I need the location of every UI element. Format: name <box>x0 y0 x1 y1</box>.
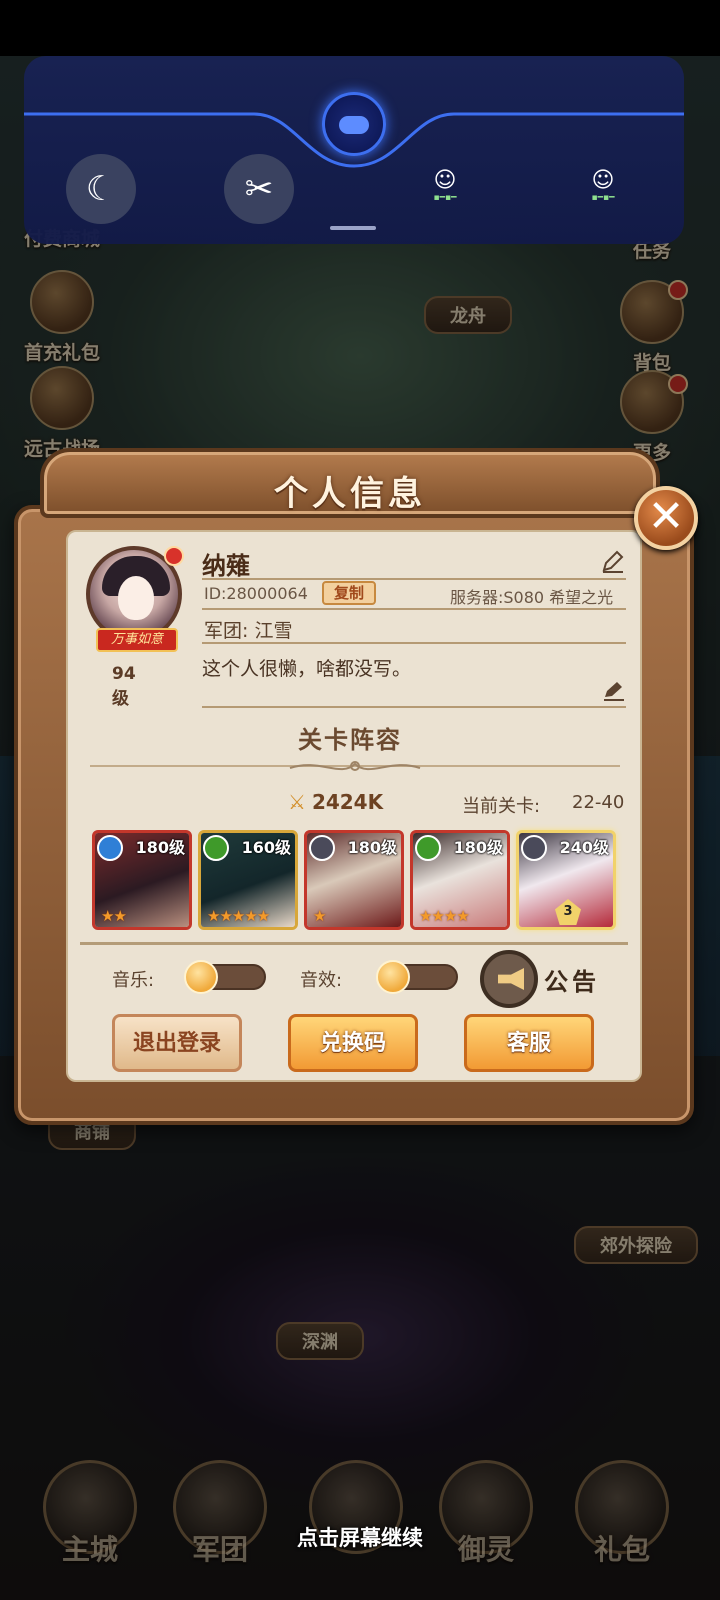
logout-button[interactable]: 退出登录 <box>112 1014 242 1072</box>
hero-stars: ★ <box>313 907 326 925</box>
hero-card[interactable]: 180级 ★ <box>304 830 404 930</box>
sfx-label: 音效: <box>300 970 343 991</box>
hero-level: 180级 <box>453 838 503 857</box>
profile-panel-title-plate: 个人信息 <box>40 448 660 518</box>
hero-level: 240级 <box>559 838 609 857</box>
toggle-knob[interactable] <box>376 960 410 994</box>
dark-element-icon <box>309 835 335 861</box>
megaphone-icon[interactable] <box>480 950 538 1008</box>
edit-name-icon[interactable] <box>600 548 626 574</box>
gamepad-icon[interactable] <box>322 92 386 156</box>
player-id: ID:28000064 <box>204 584 308 603</box>
hero-card[interactable]: 160级 ★★★★★ <box>198 830 298 930</box>
redeem-code-button[interactable]: 兑换码 <box>288 1014 418 1072</box>
head-icon[interactable]: ☺ ▪━▪━ <box>422 168 468 203</box>
divider <box>202 642 626 644</box>
combat-power: ⚔ 2424K <box>288 790 383 814</box>
music-toggle[interactable] <box>184 960 266 994</box>
divider <box>202 608 626 610</box>
hero-stars: ★★★★★ <box>207 907 270 925</box>
moon-icon[interactable]: ☾ <box>66 154 136 224</box>
hero-level: 180级 <box>347 838 397 857</box>
drag-handle[interactable] <box>330 226 376 230</box>
hero-level: 160级 <box>241 838 291 857</box>
hero-card[interactable]: 180级 ★★★★ <box>410 830 510 930</box>
toggle-knob[interactable] <box>184 960 218 994</box>
game-assistant-panel: ☾ ✂ ☺ ▪━▪━ ☺ ▪━▪━ <box>24 56 684 244</box>
announcement-button-label[interactable]: 公告 <box>544 962 600 997</box>
crossed-swords-icon: ⚔ <box>288 790 306 814</box>
hero-lineup: 180级 ★★ 160级 ★★★★★ 180级 ★ 180级 ★★★★ 240级… <box>92 830 616 930</box>
hero-card[interactable]: 240级 3 <box>516 830 616 930</box>
section-ornament <box>90 761 620 771</box>
divider <box>202 706 626 708</box>
dark-element-icon <box>521 835 547 861</box>
water-element-icon <box>97 835 123 861</box>
music-label: 音乐: <box>112 970 155 991</box>
player-level: 94级 <box>112 664 136 709</box>
server-info: 服务器:S080 希望之光 <box>450 588 614 607</box>
current-stage-label: 当前关卡: <box>462 796 541 817</box>
divider <box>80 942 628 945</box>
customer-service-button[interactable]: 客服 <box>464 1014 594 1072</box>
lineup-title: 关卡阵容 <box>298 726 402 754</box>
wind-element-icon <box>415 835 441 861</box>
chat-head-icon[interactable]: ☺ ▪━▪━ <box>580 168 626 203</box>
tap-to-continue-text: 点击屏幕继续 <box>297 1526 423 1550</box>
hero-card[interactable]: 180级 ★★ <box>92 830 192 930</box>
sfx-toggle[interactable] <box>376 960 458 994</box>
player-guild: 军团: 江雪 <box>204 620 293 642</box>
close-button[interactable]: ✕ <box>634 486 698 550</box>
wind-element-icon <box>203 835 229 861</box>
player-name: 纳薙 <box>202 552 250 580</box>
hero-stars: ★★★★ <box>419 907 470 925</box>
hero-level: 180级 <box>135 838 185 857</box>
avatar-banner: 万事如意 <box>96 628 178 652</box>
edit-signature-icon[interactable] <box>602 680 626 702</box>
copy-id-button[interactable]: 复制 <box>322 581 376 605</box>
crop-off-icon[interactable]: ✂ <box>224 154 294 224</box>
player-signature: 这个人很懒，啥都没写。 <box>202 658 412 680</box>
hero-stars: ★★ <box>101 907 127 925</box>
notification-dot <box>164 546 184 566</box>
divider <box>202 578 626 580</box>
panel-title: 个人信息 <box>274 474 426 514</box>
combat-power-value: 2424K <box>311 790 384 814</box>
current-stage-value: 22-40 <box>572 792 625 813</box>
